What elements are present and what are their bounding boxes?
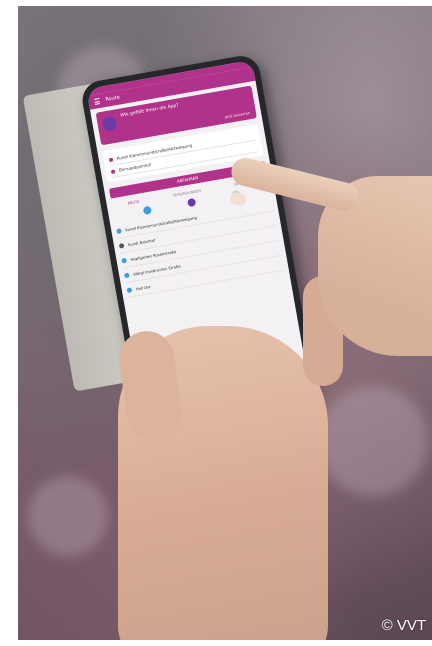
app-logo-icon: [101, 115, 118, 132]
stop-name: Hall Ost: [135, 283, 151, 292]
stop-name: Kundl Bahnhof: [127, 236, 156, 247]
stop-icon: [118, 242, 125, 249]
tab-connections: VERBINDUNGEN: [172, 188, 202, 198]
photo: Route Wie gefällt Ihnen die App? jetzt b…: [18, 6, 432, 640]
bus-icon: [142, 205, 152, 216]
stop-icon: [121, 257, 128, 264]
stop-icon: [116, 227, 122, 234]
train-icon: [187, 197, 197, 208]
app-title: Route: [105, 94, 121, 103]
tab-today: HEUTE: [127, 199, 140, 206]
route-to: Bhnsiedbahnhof: [118, 162, 152, 173]
copyright-notice: © VVT: [381, 617, 426, 634]
promo-text: Wie gefällt Ihnen die App?: [120, 103, 180, 119]
origin-icon: [108, 157, 114, 162]
stop-icon: [126, 286, 133, 293]
menu-icon: [94, 98, 101, 105]
destination-icon: [110, 168, 116, 174]
promo-link: jetzt bewerten: [224, 111, 251, 120]
stop-icon: [123, 272, 130, 278]
